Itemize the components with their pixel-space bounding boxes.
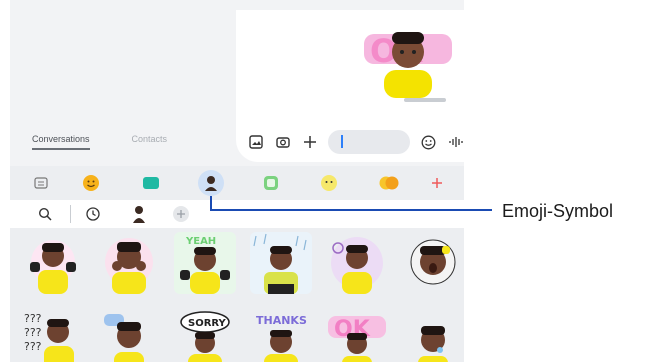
message-timestamp bbox=[404, 98, 446, 102]
text-cursor bbox=[341, 135, 343, 148]
add-avatar-icon[interactable] bbox=[170, 203, 192, 225]
sticker-tile[interactable]: SORRY bbox=[174, 310, 236, 362]
sticker-tile[interactable] bbox=[22, 232, 84, 294]
phone-screen: OK Conversations Contacts bbox=[10, 0, 464, 362]
chat-pane: OK Conversations Contacts bbox=[10, 0, 464, 166]
recent-icon[interactable] bbox=[82, 203, 104, 225]
sticker-text: ??? bbox=[24, 326, 42, 339]
callout-leader-line bbox=[210, 209, 492, 211]
gif-icon[interactable] bbox=[140, 172, 162, 194]
sticker-tile[interactable]: YEAH bbox=[174, 232, 236, 294]
avatar-sticker-toolbar bbox=[10, 200, 464, 228]
sticker-text: ??? bbox=[24, 340, 42, 353]
tab-contacts[interactable]: Contacts bbox=[132, 134, 168, 150]
sticker-tile[interactable]: OK bbox=[326, 310, 388, 362]
conversation-tabs: Conversations Contacts bbox=[32, 134, 167, 150]
avatar-icon[interactable] bbox=[198, 170, 224, 196]
sticker-category-tray bbox=[10, 168, 464, 198]
callout-leader-vertical bbox=[210, 196, 212, 210]
message-input[interactable] bbox=[328, 130, 411, 154]
sticker-tile[interactable] bbox=[326, 232, 388, 294]
sticker-text: ??? bbox=[24, 312, 42, 325]
keyboard-icon[interactable] bbox=[30, 172, 52, 194]
sticker-tile[interactable] bbox=[402, 232, 464, 294]
sticker-icon[interactable] bbox=[260, 172, 282, 194]
add-icon[interactable] bbox=[426, 172, 448, 194]
avatar-thumb-icon[interactable] bbox=[128, 203, 150, 225]
sticker-tile[interactable] bbox=[98, 232, 160, 294]
plus-icon[interactable] bbox=[302, 133, 319, 151]
sticker-tile[interactable]: ??? ??? ??? bbox=[22, 310, 84, 362]
callout-label: Emoji-Symbol bbox=[502, 201, 614, 221]
voice-wave-icon[interactable] bbox=[447, 133, 464, 151]
bitmoji-icon[interactable] bbox=[318, 172, 340, 194]
sticker-text: THANKS bbox=[256, 314, 307, 327]
emoji-face-icon[interactable] bbox=[80, 172, 102, 194]
sticker-tile[interactable] bbox=[98, 310, 160, 362]
sent-avatar-sticker: OK bbox=[364, 32, 452, 98]
message-composer bbox=[248, 128, 464, 156]
search-icon[interactable] bbox=[34, 203, 56, 225]
sticker-text: SORRY bbox=[188, 318, 227, 329]
sticker-tile[interactable] bbox=[402, 310, 464, 362]
sticker-tile[interactable]: THANKS bbox=[250, 310, 312, 362]
emoji-pair-icon[interactable] bbox=[378, 172, 400, 194]
gallery-icon[interactable] bbox=[248, 133, 265, 151]
sticker-text: YEAH bbox=[185, 236, 216, 247]
emoji-icon[interactable] bbox=[420, 133, 437, 151]
camera-icon[interactable] bbox=[275, 133, 292, 151]
toolbar-divider bbox=[70, 205, 71, 223]
tab-conversations[interactable]: Conversations bbox=[32, 134, 90, 150]
sticker-tile[interactable] bbox=[250, 232, 312, 294]
